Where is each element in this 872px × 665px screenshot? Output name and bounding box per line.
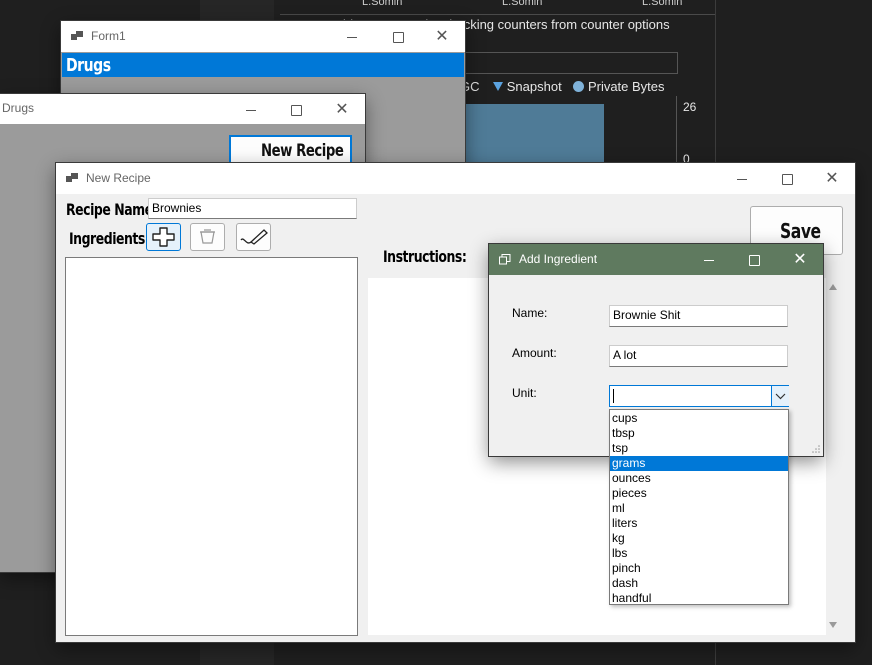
minimize-icon [347, 37, 357, 39]
maximize-icon [392, 32, 404, 44]
maximize-icon [781, 174, 793, 186]
unit-option-ml[interactable]: ml [610, 501, 788, 516]
minimize-icon [737, 179, 747, 181]
axis-max-label: 26 [683, 100, 697, 114]
profiler-legend: GC Snapshot Private Bytes [460, 79, 665, 94]
unit-option-tsp[interactable]: tsp [610, 441, 788, 456]
unit-dropdown-list[interactable]: cups tbsp tsp grams ounces pieces ml liters kg lb… [609, 409, 789, 605]
close-icon: ✕ [793, 251, 807, 268]
unit-option-dash[interactable]: dash [610, 576, 788, 591]
add-ingredient-close-button[interactable]: ✕ [777, 244, 823, 275]
drugs-maximize-button[interactable] [273, 94, 319, 125]
add-ingredient-button[interactable] [146, 223, 181, 251]
add-ingredient-title: Add Ingredient [519, 252, 598, 266]
new-recipe-titlebar[interactable]: New Recipe ✕ [56, 163, 855, 194]
form1-titlebar[interactable]: Form1 ✕ [61, 21, 465, 52]
name-label: Name: [512, 306, 548, 320]
recipe-name-label: Recipe Name: [66, 200, 158, 219]
maximize-icon [290, 105, 302, 117]
minimize-icon [246, 110, 256, 112]
unit-option-kg[interactable]: kg [610, 531, 788, 546]
private-bytes-area [464, 104, 604, 166]
close-icon: ✕ [435, 28, 449, 45]
unit-label: Unit: [512, 386, 537, 400]
trash-icon [200, 229, 215, 244]
timeline-label-2: L.Somin [502, 0, 543, 8]
unit-option-cups[interactable]: cups [610, 411, 788, 426]
unit-option-pieces[interactable]: pieces [610, 486, 788, 501]
window-app-icon [71, 31, 83, 40]
new-recipe-button[interactable]: New Recipe [229, 135, 352, 165]
drugs-close-button[interactable]: ✕ [319, 94, 365, 125]
edit-ingredient-button[interactable] [236, 223, 271, 251]
add-ingredient-titlebar[interactable]: Add Ingredient ✕ [489, 244, 823, 275]
scroll-up-icon[interactable] [829, 284, 837, 290]
unit-option-pinch[interactable]: pinch [610, 561, 788, 576]
unit-option-lbs[interactable]: lbs [610, 546, 788, 561]
pen-icon [240, 229, 268, 245]
unit-option-handful[interactable]: handful [610, 591, 788, 606]
unit-option-tbsp[interactable]: tbsp [610, 426, 788, 441]
unit-combobox[interactable] [609, 385, 789, 407]
amount-label: Amount: [512, 346, 557, 360]
resize-grip-icon[interactable] [811, 444, 821, 454]
unit-option-grams[interactable]: grams [610, 456, 788, 471]
new-recipe-button-label: New Recipe [261, 141, 344, 161]
window-app-icon [66, 173, 78, 182]
form1-maximize-button[interactable] [375, 21, 421, 52]
legend-snapshot-triangle-icon [493, 82, 504, 91]
form1-close-button[interactable]: ✕ [419, 21, 465, 52]
drugs-title: Drugs [2, 101, 35, 115]
minimize-icon [704, 260, 714, 262]
form1-drugs-header[interactable]: Drugs [62, 53, 464, 77]
instructions-label: Instructions: [383, 247, 467, 266]
text-caret [613, 389, 614, 403]
profiler-filter-box[interactable] [440, 52, 678, 74]
ingredients-label: Ingredients: [69, 229, 150, 248]
chevron-down-icon [775, 393, 786, 400]
timeline-label-1: L.Somin [362, 0, 403, 8]
ingredient-amount-input[interactable]: A lot [609, 345, 788, 367]
window-app-icon [499, 254, 511, 265]
new-recipe-maximize-button[interactable] [764, 163, 810, 194]
unit-option-ounces[interactable]: ounces [610, 471, 788, 486]
timeline-label-3: L.Somin [642, 0, 683, 8]
maximize-icon [748, 255, 760, 267]
new-recipe-close-button[interactable]: ✕ [809, 163, 855, 194]
ingredient-name-input[interactable]: Brownie Shit [609, 305, 788, 327]
new-recipe-title: New Recipe [86, 171, 151, 185]
close-icon: ✕ [335, 101, 349, 118]
instructions-scrollbar[interactable] [826, 278, 841, 635]
save-button-label: Save [780, 219, 821, 243]
plus-icon [152, 227, 175, 247]
drugs-titlebar[interactable]: Drugs ✕ [0, 94, 365, 124]
memory-graph-panel [464, 96, 677, 166]
form1-drugs-header-label: Drugs [66, 55, 111, 76]
ingredients-listbox[interactable] [65, 257, 358, 636]
delete-ingredient-button[interactable] [190, 223, 225, 251]
add-ingredient-maximize-button[interactable] [731, 244, 777, 275]
add-ingredient-minimize-button[interactable] [686, 244, 732, 275]
new-recipe-minimize-button[interactable] [719, 163, 765, 194]
scroll-down-icon[interactable] [829, 622, 837, 628]
unit-option-liters[interactable]: liters [610, 516, 788, 531]
recipe-name-input[interactable]: Brownies [148, 198, 357, 219]
form1-minimize-button[interactable] [329, 21, 375, 52]
form1-title: Form1 [91, 29, 126, 43]
close-icon: ✕ [825, 170, 839, 187]
timeline-header: L.Somin L.Somin L.Somin [280, 0, 715, 15]
legend-private-bytes-circle-icon [573, 81, 585, 92]
legend-snapshot: Snapshot [506, 79, 562, 94]
unit-dropdown-button[interactable] [771, 386, 789, 406]
legend-private-bytes: Private Bytes [587, 79, 665, 94]
drugs-minimize-button[interactable] [228, 94, 274, 125]
